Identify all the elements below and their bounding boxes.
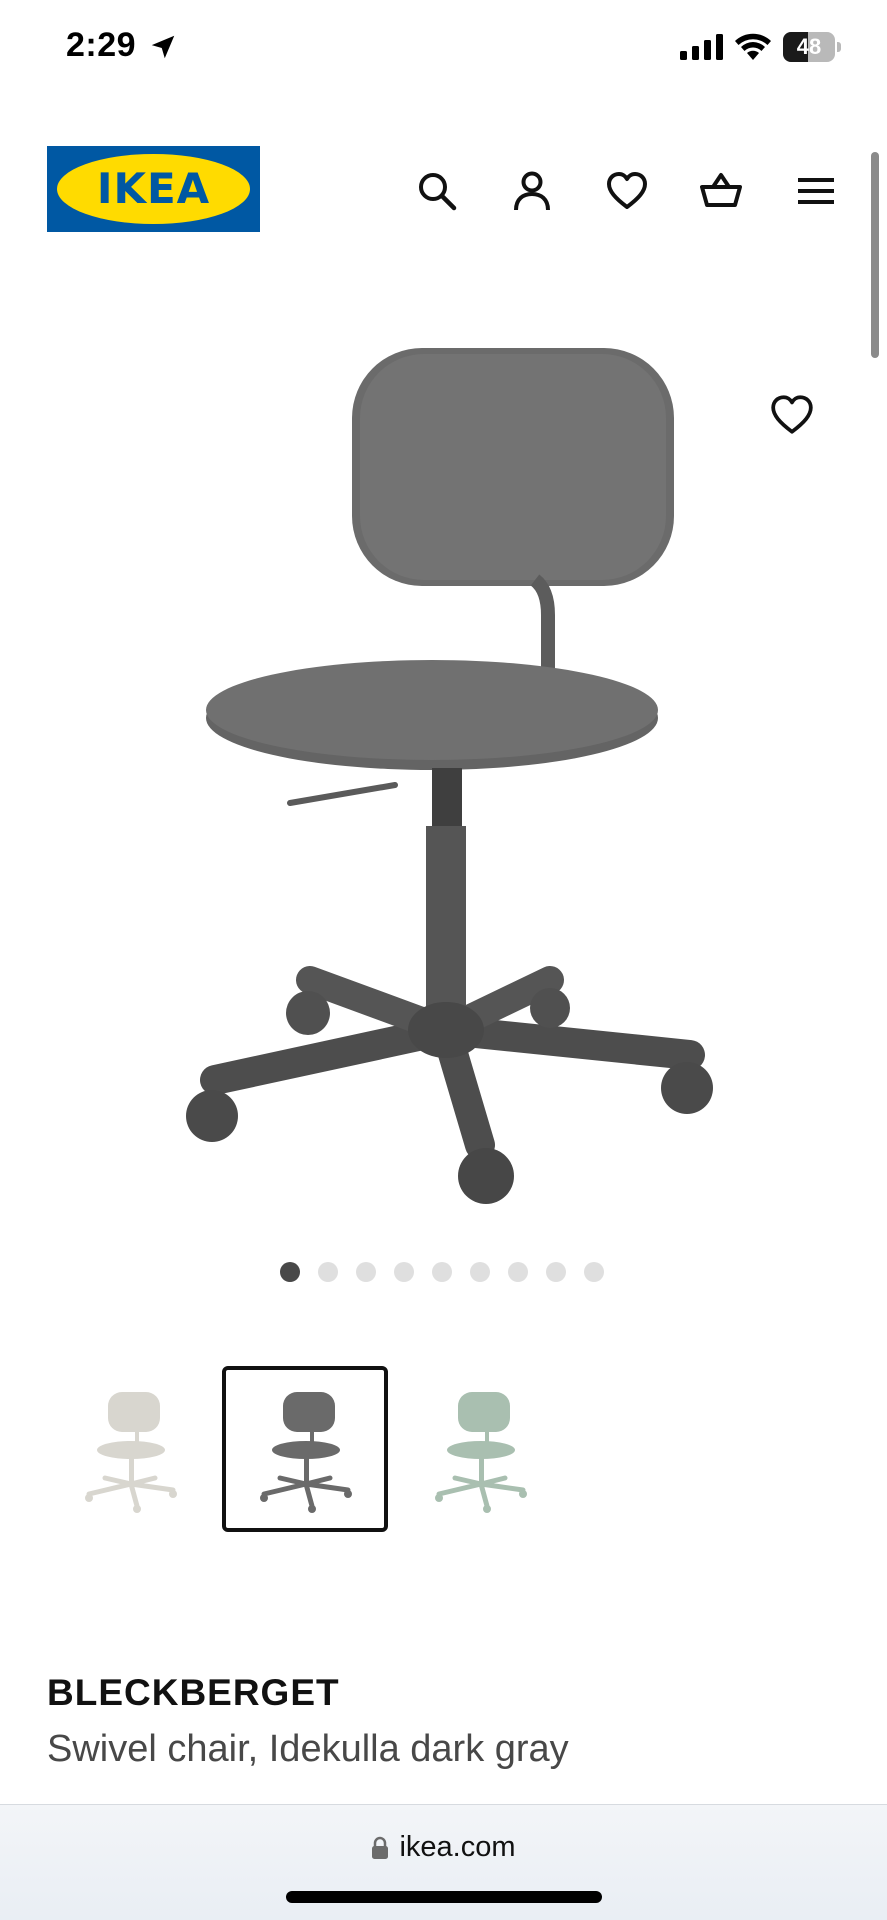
home-indicator[interactable]	[286, 1891, 602, 1903]
gallery-dot[interactable]	[432, 1262, 452, 1282]
site-header: IKEA	[0, 130, 887, 250]
product-image	[186, 348, 713, 1204]
lock-icon	[372, 1836, 389, 1859]
chair-thumbnail-image	[260, 1392, 352, 1513]
gallery-dot[interactable]	[318, 1262, 338, 1282]
search-button[interactable]	[410, 164, 464, 218]
user-icon	[514, 171, 550, 211]
gallery-dot[interactable]	[280, 1262, 300, 1282]
battery-level: 48	[796, 34, 822, 59]
heart-icon	[771, 395, 813, 434]
product-description: Swivel chair, Idekulla dark gray	[47, 1728, 569, 1770]
variant-thumbnail[interactable]	[397, 1366, 563, 1532]
add-to-favourites-button[interactable]	[762, 385, 822, 445]
menu-button[interactable]	[789, 164, 843, 218]
gallery-dot[interactable]	[508, 1262, 528, 1282]
gallery-dot[interactable]	[584, 1262, 604, 1282]
variant-thumbnail[interactable]	[47, 1366, 213, 1532]
ikea-logo[interactable]: IKEA	[47, 146, 260, 232]
variant-thumbnail[interactable]	[222, 1366, 388, 1532]
cart-button[interactable]	[694, 164, 748, 218]
basket-icon	[700, 173, 742, 207]
url-text[interactable]: ikea.com	[399, 1831, 515, 1864]
cellular-signal-icon	[680, 34, 723, 60]
account-button[interactable]	[505, 164, 559, 218]
location-arrow-icon	[151, 35, 175, 59]
heart-icon	[607, 172, 647, 209]
gallery-dot[interactable]	[470, 1262, 490, 1282]
product-name: BLECKBERGET	[47, 1672, 340, 1713]
gallery-dot[interactable]	[356, 1262, 376, 1282]
chair-thumbnail-image	[85, 1392, 177, 1513]
color-variants	[47, 1366, 567, 1534]
chair-thumbnail-image	[435, 1392, 527, 1513]
wifi-icon	[735, 33, 771, 60]
hamburger-icon	[798, 178, 834, 204]
status-time: 2:29	[66, 26, 137, 64]
battery-icon: 48	[783, 32, 841, 62]
gallery-dot[interactable]	[394, 1262, 414, 1282]
status-bar: 2:29 48	[0, 0, 887, 100]
search-icon	[419, 173, 457, 211]
product-image-gallery[interactable]	[0, 280, 887, 1240]
browser-address-bar[interactable]: ikea.com	[0, 1804, 887, 1920]
gallery-dot[interactable]	[546, 1262, 566, 1282]
favourites-button[interactable]	[600, 164, 654, 218]
logo-text: IKEA	[96, 164, 211, 213]
